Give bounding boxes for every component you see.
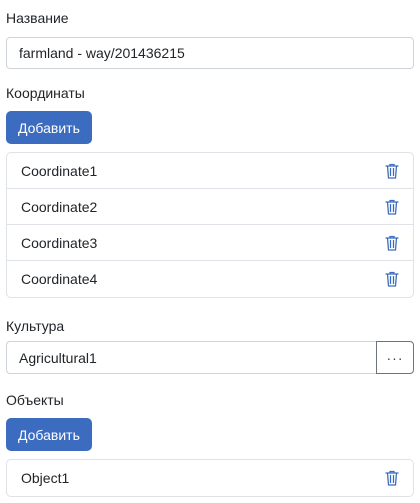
name-input[interactable]: farmland - way/201436215: [6, 37, 414, 69]
culture-input-group: Agricultural1 ···: [6, 341, 414, 374]
add-object-button[interactable]: Добавить: [6, 418, 92, 451]
culture-label: Культура: [6, 318, 65, 334]
ellipsis-button[interactable]: ···: [376, 341, 414, 374]
add-coordinate-button[interactable]: Добавить: [6, 111, 92, 144]
trash-icon[interactable]: [385, 163, 399, 179]
list-item[interactable]: Object1: [7, 460, 413, 496]
coordinate-label: Coordinate1: [21, 162, 98, 179]
coordinate-label: Coordinate4: [21, 271, 98, 287]
coordinates-list: Coordinate1 Coordinate2 Coordinate3 Coor…: [6, 152, 414, 298]
list-item[interactable]: Coordinate4: [7, 261, 413, 297]
coordinate-label: Coordinate3: [21, 234, 98, 251]
trash-icon[interactable]: [385, 199, 399, 215]
name-label: Название: [6, 10, 69, 26]
trash-icon[interactable]: [385, 470, 399, 486]
list-item[interactable]: Coordinate1: [7, 153, 413, 189]
object-label: Object1: [21, 470, 70, 486]
list-item[interactable]: Coordinate2: [7, 189, 413, 225]
trash-icon[interactable]: [385, 271, 399, 287]
list-item[interactable]: Coordinate3: [7, 225, 413, 261]
coordinates-label: Координаты: [6, 85, 85, 101]
objects-label: Объекты: [6, 392, 64, 408]
culture-input[interactable]: Agricultural1: [6, 341, 376, 374]
trash-icon[interactable]: [385, 235, 399, 251]
ellipsis-icon: ···: [386, 349, 404, 366]
objects-list: Object1: [6, 459, 414, 497]
coordinate-label: Coordinate2: [21, 198, 98, 215]
